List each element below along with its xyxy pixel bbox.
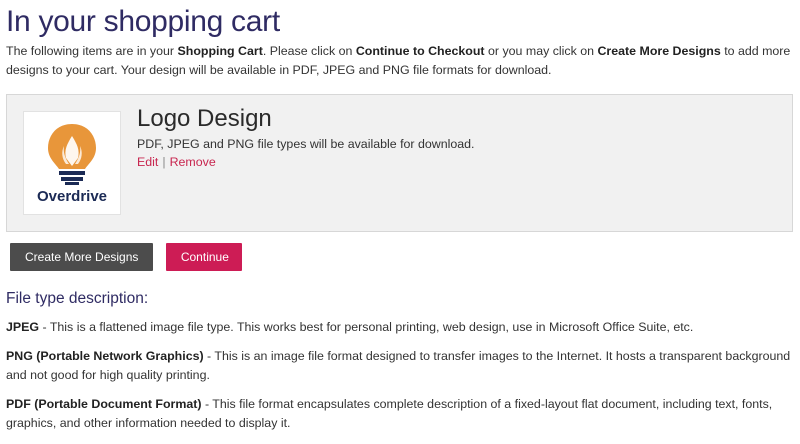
- logo-brand-text: Overdrive: [36, 188, 108, 205]
- item-description: PDF, JPEG and PNG file types will be ava…: [137, 137, 475, 151]
- lightbulb-icon: [48, 124, 96, 185]
- intro-text-part: . Please click on: [262, 44, 356, 58]
- file-type-name: PNG (Portable Network Graphics): [6, 349, 204, 363]
- intro-text-part: or you may click on: [484, 44, 598, 58]
- cart-item-box: Overdrive Logo Design PDF, JPEG and PNG …: [6, 94, 793, 232]
- file-type-heading: File type description:: [6, 290, 149, 307]
- create-more-designs-button[interactable]: Create More Designs: [10, 243, 154, 271]
- file-type-name: PDF (Portable Document Format): [6, 397, 202, 411]
- logo-thumbnail[interactable]: Overdrive: [23, 111, 121, 215]
- item-actions: Edit | Remove: [137, 155, 474, 169]
- file-type-png: PNG (Portable Network Graphics) - This i…: [6, 347, 794, 385]
- file-type-name: JPEG: [6, 320, 40, 334]
- item-title: Logo Design: [137, 105, 272, 132]
- file-type-pdf: PDF (Portable Document Format) - This fi…: [6, 395, 794, 433]
- file-type-text: - This is a flattened image file type. T…: [39, 320, 694, 334]
- remove-link[interactable]: Remove: [170, 155, 216, 169]
- page-container: In your shopping cart The following item…: [0, 0, 800, 433]
- cart-item-info: Logo Design PDF, JPEG and PNG file types…: [137, 105, 474, 169]
- page-title: In your shopping cart: [6, 5, 280, 38]
- intro-bold-shopping-cart: Shopping Cart: [177, 44, 263, 58]
- intro-bold-create-more: Create More Designs: [597, 44, 721, 58]
- file-type-jpeg: JPEG - This is a flattened image file ty…: [6, 318, 794, 337]
- cart-buttons: Create More Designs Continue: [10, 243, 794, 273]
- link-separator: |: [162, 155, 166, 169]
- intro-bold-continue: Continue to Checkout: [355, 44, 485, 58]
- continue-button[interactable]: Continue: [165, 243, 242, 271]
- edit-link[interactable]: Edit: [137, 155, 158, 169]
- intro-text: The following items are in your Shopping…: [6, 42, 794, 80]
- intro-text-part: The following items are in your: [6, 44, 178, 58]
